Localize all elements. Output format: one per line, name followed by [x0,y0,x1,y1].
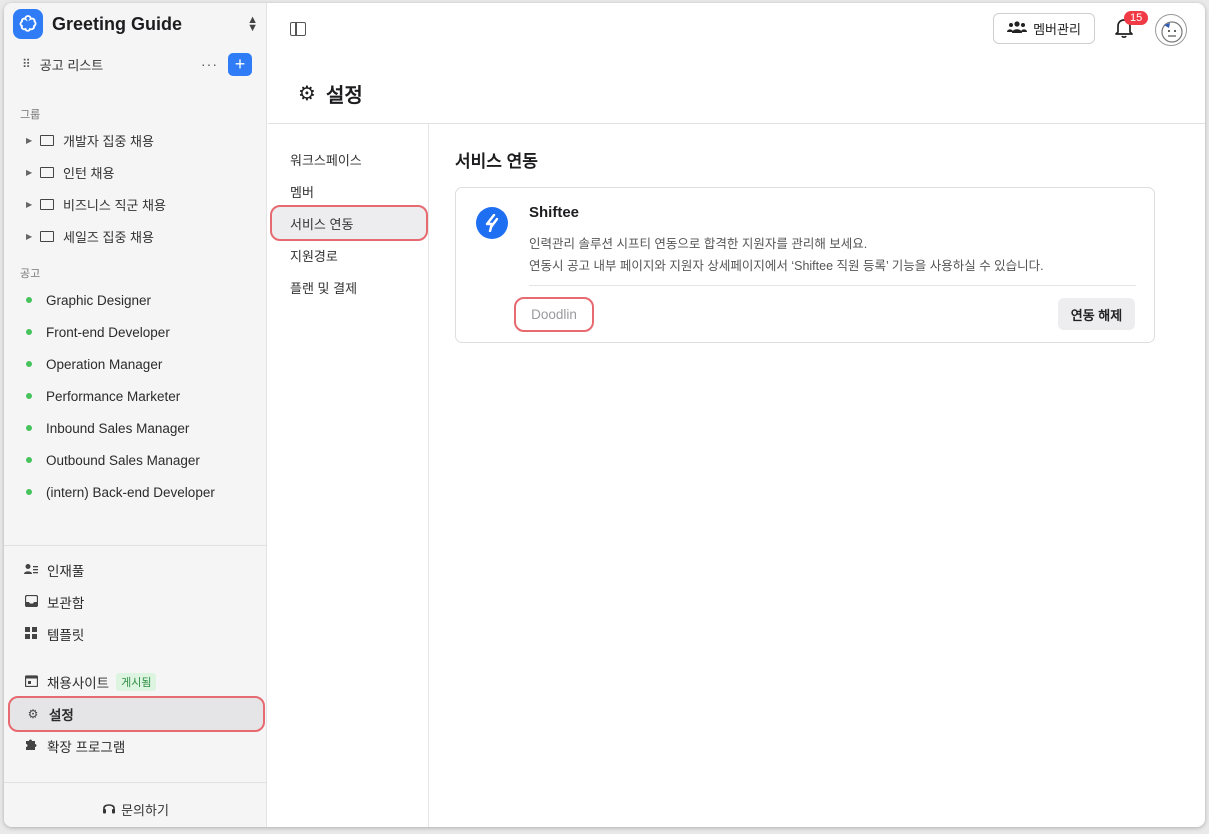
headset-icon [102,802,116,818]
job-item[interactable]: (intern) Back-end Developer [26,481,215,503]
workspace-name: Greeting Guide [52,13,183,34]
notification-count-badge: 15 [1124,11,1149,25]
service-description: 인력관리 솔루션 시프티 연동으로 합격한 지원자를 관리해 보세요. [529,237,868,251]
sidebar-item-templates[interactable]: 템플릿 [8,618,265,650]
group-item[interactable]: ▶ 인턴 채용 [26,161,114,183]
settings-tab-channels[interactable]: 지원경로 [268,238,428,272]
inquiry-button[interactable]: 문의하기 [4,800,267,819]
card-divider [529,285,1136,286]
group-label: 인턴 채용 [63,165,115,181]
folder-icon [40,230,54,242]
jobs-section-label: 공고 [20,268,41,280]
status-badge: 게시됨 [116,673,157,691]
puzzle-icon [24,738,38,754]
groups-section-label: 그룹 [20,109,41,121]
sub-nav-divider [428,124,429,827]
sidebar-item-extensions[interactable]: 확장 프로그램 [8,730,265,762]
sidebar-item-archive[interactable]: 보관함 [8,586,265,618]
sidebar-item-label: 확장 프로그램 [47,740,126,755]
inbox-icon [24,594,38,610]
sort-arrows-icon: ▲ ▼ [247,14,258,34]
job-item[interactable]: Outbound Sales Manager [26,449,200,471]
service-description: 연동시 공고 내부 페이지와 지원자 상세페이지에서 ‘Shiftee 직원 등… [529,259,1044,273]
app-window: Greeting Guide ▲ ▼ ⠿ 공고 리스트 ··· + 그룹 ▶ 개발… [4,3,1205,827]
person-list-icon [24,563,38,578]
page-title: ⚙ 설정 [298,79,363,108]
caret-right-icon[interactable]: ▶ [26,136,36,145]
people-icon [1007,21,1028,36]
sidebar-item-label: 채용사이트 [47,676,110,691]
linked-workspace-name: Doodlin [514,297,594,332]
active-status-dot [26,425,32,431]
sidebar-item-label: 설정 [49,708,74,723]
caret-right-icon[interactable]: ▶ [26,168,36,177]
job-item[interactable]: Graphic Designer [26,289,151,311]
active-status-dot [26,329,32,335]
member-management-button[interactable]: 멤버관리 [993,13,1095,44]
group-item[interactable]: ▶ 세일즈 집중 채용 [26,225,154,247]
job-list-row[interactable]: ⠿ 공고 리스트 ··· + [22,52,252,76]
folder-icon [40,134,54,146]
job-label: Front-end Developer [46,324,170,340]
job-item[interactable]: Performance Marketer [26,385,180,407]
job-label: Operation Manager [46,356,163,372]
job-item[interactable]: Inbound Sales Manager [26,417,189,439]
service-name: Shiftee [529,204,580,221]
job-label: Inbound Sales Manager [46,420,190,436]
member-management-label: 멤버관리 [1033,22,1081,37]
folder-icon [40,166,54,178]
dots-grid-icon: ⠿ [22,57,31,71]
group-item[interactable]: ▶ 비즈니스 직군 채용 [26,193,166,215]
unlink-button[interactable]: 연동 해제 [1058,298,1135,330]
job-label: Performance Marketer [46,388,181,404]
gear-icon: ⚙ [298,83,316,105]
sidebar-item-label: 인재풀 [47,564,85,579]
gear-icon: ⚙ [27,707,39,721]
add-job-button[interactable]: + [228,52,252,76]
sidebar-item-label: 템플릿 [47,628,85,643]
sidebar-divider [4,782,267,783]
sidebar-item-recruit-site[interactable]: 채용사이트 게시됨 [8,666,265,698]
section-title: 서비스 연동 [455,152,538,171]
group-label: 개발자 집중 채용 [63,133,154,149]
title-divider [268,123,1205,124]
job-label: Graphic Designer [46,292,152,308]
settings-tab-plan-billing[interactable]: 플랜 및 결제 [268,270,428,304]
greeting-logo-icon [13,9,43,39]
group-label: 세일즈 집중 채용 [63,229,154,245]
active-status-dot [26,393,32,399]
caret-right-icon[interactable]: ▶ [26,232,36,241]
sidebar-divider [4,545,267,546]
settings-tab-members[interactable]: 멤버 [268,174,428,208]
job-label: Outbound Sales Manager [46,452,200,468]
job-item[interactable]: Operation Manager [26,353,162,375]
calendar-icon [24,674,38,690]
grid-icon [24,626,38,642]
active-status-dot [26,489,32,495]
settings-tab-integrations[interactable]: 서비스 연동 [270,205,428,241]
active-status-dot [26,297,32,303]
sidebar-item-label: 보관함 [47,596,85,611]
sidebar-item-talent-pool[interactable]: 인재풀 [8,554,265,586]
integration-card: Shiftee 인력관리 솔루션 시프티 연동으로 합격한 지원자를 관리해 보… [455,187,1155,343]
group-label: 비즈니스 직군 채용 [63,197,166,213]
workspace-switcher[interactable]: Greeting Guide ▲ ▼ [13,9,258,39]
avatar[interactable] [1155,14,1187,46]
sidebar-item-settings[interactable]: ⚙ 설정 [8,696,265,732]
group-item[interactable]: ▶ 개발자 집중 채용 [26,129,154,151]
job-list-label: 공고 리스트 [39,57,104,73]
active-status-dot [26,457,32,463]
caret-right-icon[interactable]: ▶ [26,200,36,209]
inquiry-label: 문의하기 [121,803,169,818]
folder-icon [40,198,54,210]
active-status-dot [26,361,32,367]
settings-tab-workspace[interactable]: 워크스페이스 [268,142,428,176]
job-label: (intern) Back-end Developer [46,484,215,500]
sidebar-toggle-icon[interactable] [290,22,306,36]
job-item[interactable]: Front-end Developer [26,321,170,343]
shiftee-logo-icon [476,207,508,239]
more-icon[interactable]: ··· [201,56,218,72]
sidebar: Greeting Guide ▲ ▼ ⠿ 공고 리스트 ··· + 그룹 ▶ 개발… [4,3,267,827]
page-title-text: 설정 [325,85,363,107]
